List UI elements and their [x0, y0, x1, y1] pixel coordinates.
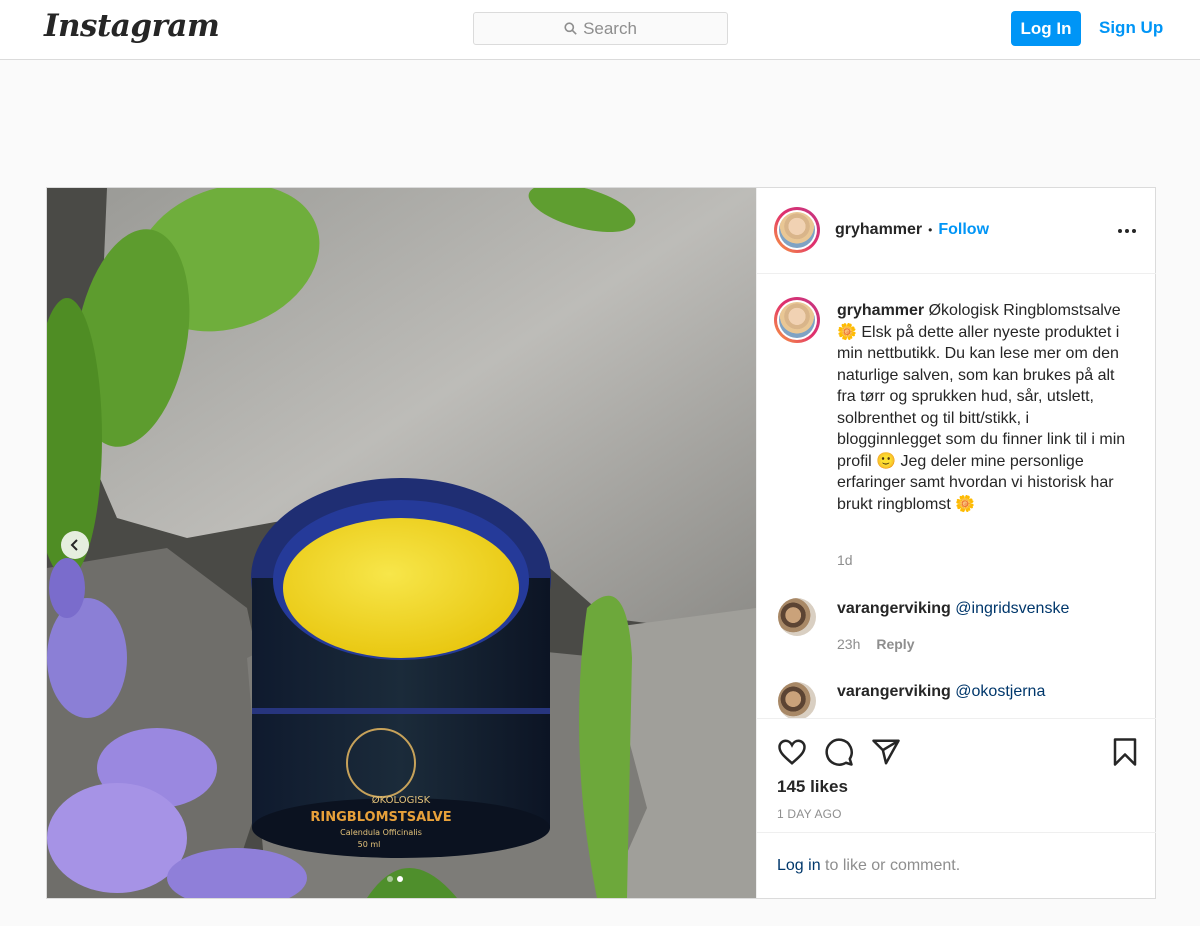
login-prompt-text: to like or comment.	[820, 856, 961, 874]
search-placeholder: Search	[583, 18, 637, 38]
search-icon	[564, 22, 577, 35]
instagram-logo[interactable]: Instagram	[44, 8, 220, 44]
comments-section: gryhammer Økologisk Ringblomstsalve 🌼 El…	[757, 274, 1156, 718]
comment-item: varangerviking @ingridsvenske	[837, 600, 1069, 618]
post-sidebar: gryhammer • Follow gryhammer Økologisk R…	[756, 188, 1156, 898]
carousel-dot-active	[397, 876, 403, 882]
comment-item: varangerviking @okostjerna	[837, 683, 1045, 701]
log-in-button[interactable]: Log In	[1011, 11, 1081, 46]
bookmark-icon[interactable]	[1110, 737, 1140, 767]
comment-avatar[interactable]	[778, 598, 816, 636]
post-header: gryhammer • Follow	[757, 188, 1156, 274]
share-icon[interactable]	[871, 737, 901, 767]
comment-avatar[interactable]	[778, 682, 816, 718]
comment-icon[interactable]	[824, 737, 854, 767]
comment-mention[interactable]: @ingridsvenske	[955, 600, 1069, 617]
chevron-left-icon	[70, 539, 78, 551]
separator-dot: •	[928, 223, 933, 237]
comment-mention[interactable]: @okostjerna	[955, 683, 1045, 700]
author-avatar[interactable]	[774, 207, 820, 253]
comment-username[interactable]: varangerviking	[837, 600, 951, 617]
caption-username[interactable]: gryhammer	[837, 302, 924, 319]
post-author-username[interactable]: gryhammer	[835, 221, 922, 239]
reply-button[interactable]: Reply	[876, 636, 914, 652]
search-input[interactable]: Search	[473, 12, 728, 45]
post-time-ago: 1 DAY AGO	[777, 807, 842, 821]
caption-body: Økologisk Ringblomstsalve 🌼 Elsk på dett…	[837, 302, 1126, 513]
post-photo[interactable]: ØKOLOGISK RINGBLOMSTSALVE Calendula Offi…	[47, 188, 756, 898]
likes-count[interactable]: 145 likes	[777, 777, 848, 797]
product-label-line4: 50 ml	[358, 840, 381, 849]
carousel-dot	[387, 876, 393, 882]
comment-meta: 23h Reply	[837, 636, 914, 652]
log-in-link[interactable]: Log in	[777, 857, 821, 875]
post-actions: 145 likes 1 DAY AGO	[757, 718, 1156, 832]
comment-username[interactable]: varangerviking	[837, 683, 951, 700]
more-options-icon[interactable]	[1116, 221, 1138, 241]
post-image-illustration: ØKOLOGISK RINGBLOMSTSALVE Calendula Offi…	[47, 188, 756, 898]
post-caption: gryhammer Økologisk Ringblomstsalve 🌼 El…	[837, 300, 1137, 515]
login-to-comment: Log in to like or comment.	[757, 832, 1156, 898]
heart-icon[interactable]	[777, 737, 807, 767]
follow-button[interactable]: Follow	[938, 221, 989, 239]
product-label-line3: Calendula Officinalis	[340, 828, 422, 837]
caption-timestamp: 1d	[837, 552, 853, 568]
post-card: ØKOLOGISK RINGBLOMSTSALVE Calendula Offi…	[46, 187, 1156, 899]
product-label-line2: RINGBLOMSTSALVE	[310, 810, 451, 825]
caption-author-avatar[interactable]	[774, 297, 820, 343]
carousel-previous-button[interactable]	[61, 531, 89, 559]
product-label-line1: ØKOLOGISK	[372, 794, 431, 806]
sign-up-link[interactable]: Sign Up	[1099, 18, 1163, 38]
comment-time: 23h	[837, 636, 861, 652]
carousel-indicator	[387, 876, 403, 882]
top-navigation-bar: Instagram Search Log In Sign Up	[0, 0, 1200, 60]
